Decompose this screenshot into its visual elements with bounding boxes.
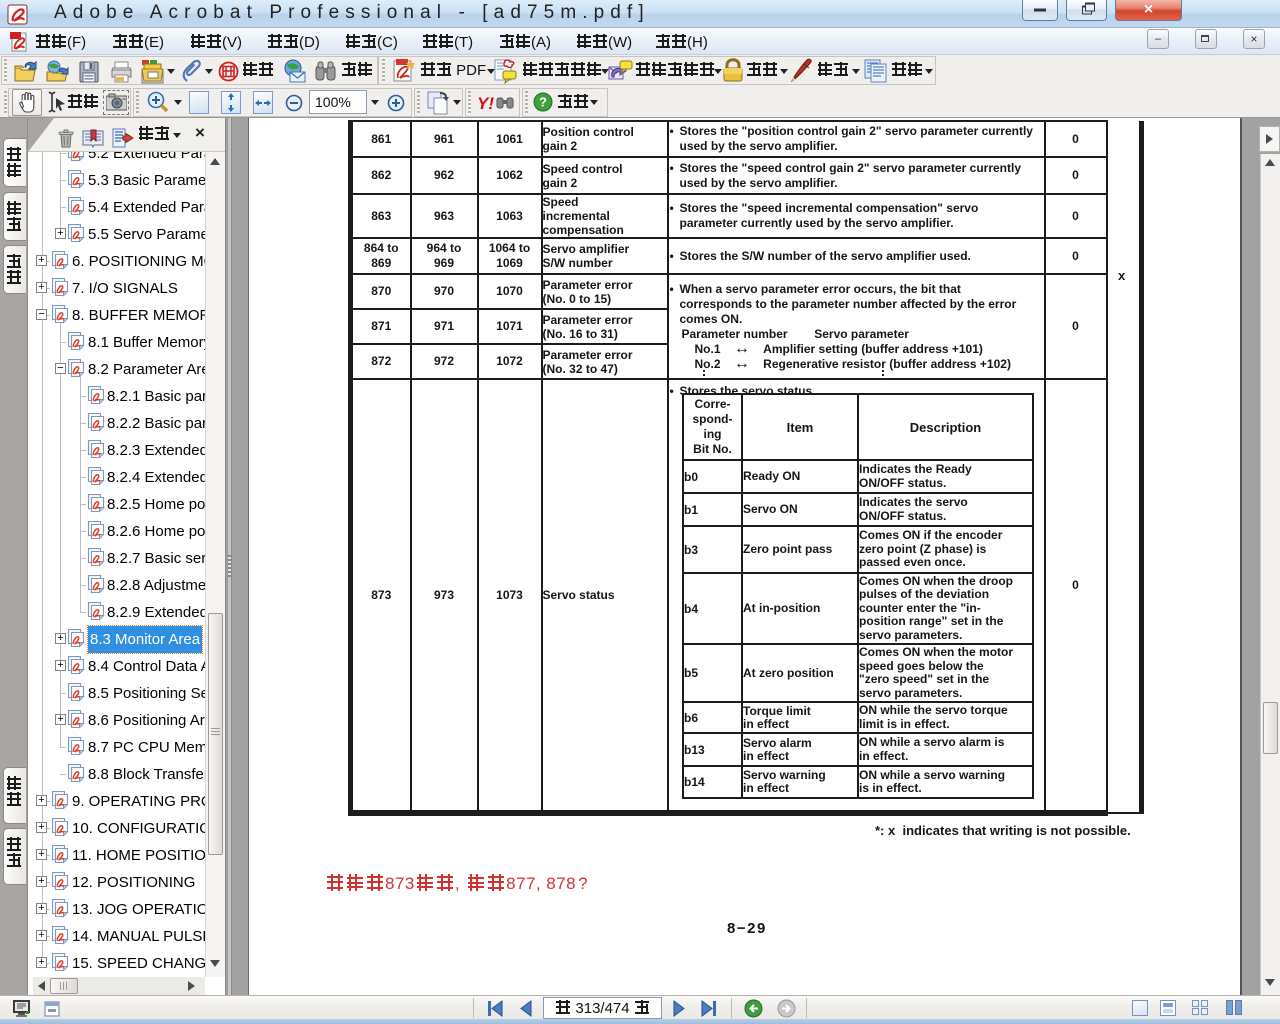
svg-text:?: ?	[539, 95, 547, 110]
